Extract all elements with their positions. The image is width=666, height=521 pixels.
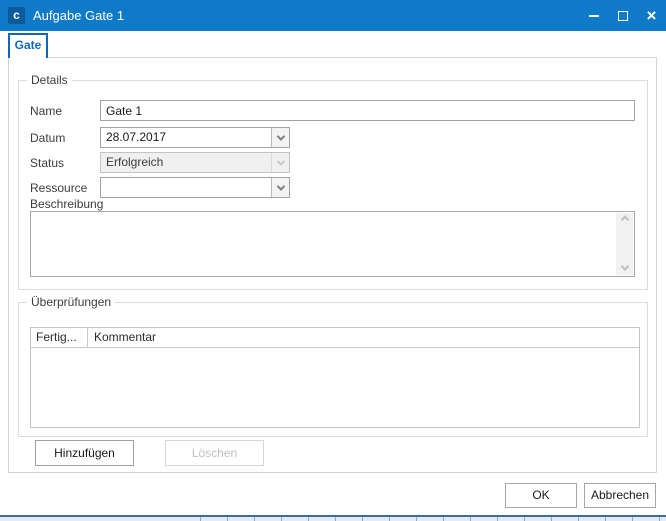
beschreibung-scrollbar[interactable] (616, 213, 633, 275)
checks-table-header: Fertig... Kommentar (31, 328, 639, 348)
status-value: Erfolgreich (101, 153, 271, 172)
abbrechen-button[interactable]: Abbrechen (584, 483, 656, 508)
datum-dropdown-button[interactable] (271, 128, 289, 147)
beschreibung-label: Beschreibung (30, 197, 103, 211)
ressource-dropdown-button[interactable] (271, 178, 289, 197)
close-button[interactable]: × (637, 0, 666, 31)
window-title: Aufgabe Gate 1 (33, 0, 124, 31)
ok-button[interactable]: OK (505, 483, 577, 508)
checks-table-body[interactable] (31, 348, 639, 428)
chevron-down-icon (276, 132, 284, 140)
checks-table[interactable]: Fertig... Kommentar (30, 327, 640, 428)
datum-value: 28.07.2017 (101, 128, 271, 147)
ressource-value (101, 178, 271, 197)
chevron-down-icon (276, 182, 284, 190)
ressource-combobox[interactable] (100, 177, 290, 198)
background-timescale-ticks (200, 517, 666, 521)
minimize-icon (589, 15, 599, 17)
maximize-button[interactable] (608, 0, 637, 31)
ueberpruefungen-group-legend: Überprüfungen (27, 295, 115, 309)
tab-gate[interactable]: Gate (8, 33, 48, 58)
titlebar[interactable]: c Aufgabe Gate 1 × (0, 0, 666, 31)
column-header-kommentar[interactable]: Kommentar (88, 328, 639, 347)
beschreibung-textarea[interactable] (31, 212, 616, 276)
minimize-button[interactable] (579, 0, 608, 31)
details-group-legend: Details (27, 73, 72, 87)
close-icon: × (647, 0, 657, 31)
loeschen-button: Löschen (165, 440, 264, 466)
status-combobox: Erfolgreich (100, 152, 290, 173)
scroll-up-button[interactable] (616, 213, 633, 228)
hinzufuegen-button[interactable]: Hinzufügen (35, 440, 134, 466)
column-header-fertig[interactable]: Fertig... (31, 328, 88, 347)
scroll-down-button[interactable] (616, 260, 633, 275)
window-controls: × (579, 0, 666, 31)
maximize-icon (618, 11, 628, 21)
beschreibung-field (30, 211, 635, 277)
status-label: Status (30, 156, 64, 170)
chevron-down-icon (276, 157, 284, 165)
status-dropdown-button (271, 153, 289, 172)
datum-label: Datum (30, 131, 65, 145)
ressource-label: Ressource (30, 181, 87, 195)
name-input[interactable] (100, 100, 635, 121)
app-icon: c (8, 7, 25, 24)
screen: c Aufgabe Gate 1 × Gate Details Name Dat… (0, 0, 666, 521)
chevron-up-icon (620, 215, 628, 223)
dialog-aufgabe-gate: c Aufgabe Gate 1 × Gate Details Name Dat… (0, 0, 666, 515)
datum-combobox[interactable]: 28.07.2017 (100, 127, 290, 148)
chevron-down-icon (620, 262, 628, 270)
name-label: Name (30, 104, 62, 118)
